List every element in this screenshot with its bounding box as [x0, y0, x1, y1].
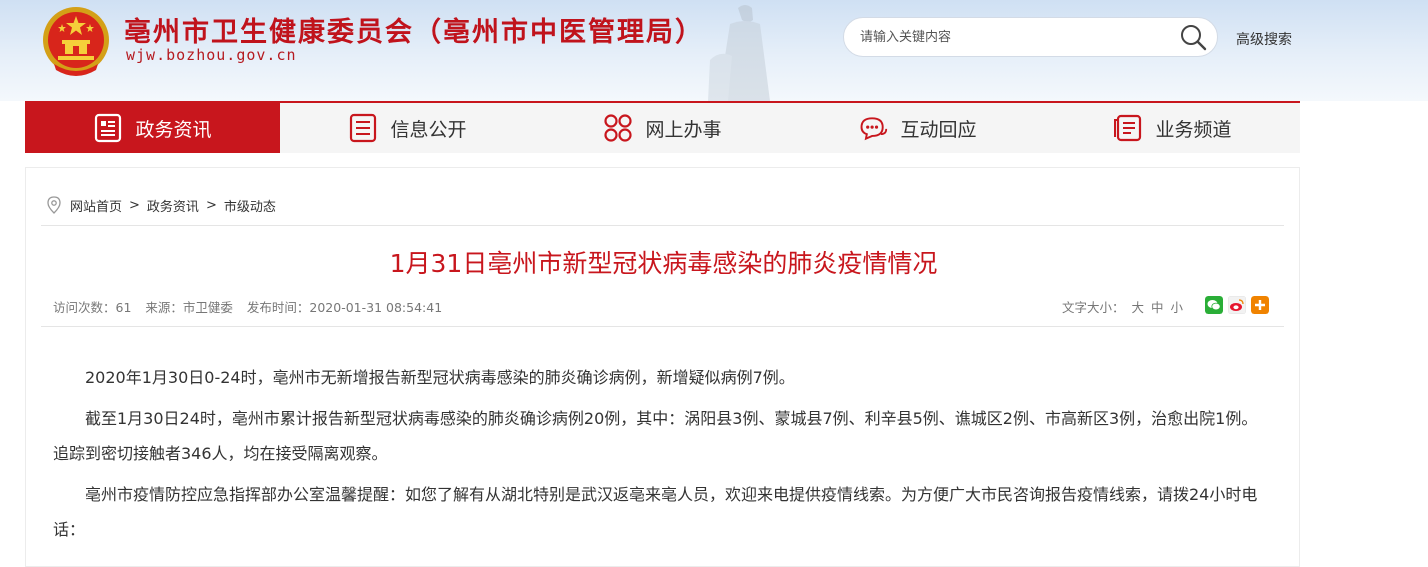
font-size-control: 文字大小： 大 中 小: [1062, 297, 1183, 316]
article-body: 2020年1月30日0-24时，亳州市无新增报告新型冠状病毒感染的肺炎确诊病例，…: [53, 360, 1273, 553]
document-icon: [1114, 114, 1142, 142]
search-input[interactable]: [860, 26, 1160, 48]
breadcrumb-separator: >: [129, 197, 140, 213]
breadcrumb-news[interactable]: 政务资讯: [147, 196, 199, 215]
nav-label: 信息公开: [390, 118, 467, 141]
nav-label: 业务频道: [1155, 118, 1232, 141]
breadcrumb-separator: >: [205, 197, 217, 213]
list-icon: [350, 113, 377, 143]
statue-decoration-icon: [708, 5, 770, 101]
article-container: 网站首页 > 政务资讯 > 市级动态 1月31日亳州市新型冠状病毒感染的肺炎疫情…: [25, 167, 1300, 567]
search-icon[interactable]: [1179, 23, 1207, 51]
share-bar: [1205, 296, 1269, 314]
nav-item-interaction[interactable]: 互动回应: [790, 103, 1045, 153]
font-size-label: 文字大小：: [1061, 300, 1125, 315]
font-size-large-button[interactable]: 大: [1131, 300, 1144, 315]
visit-count: 访问次数：61: [53, 300, 132, 315]
location-icon: [47, 196, 61, 214]
national-emblem-icon[interactable]: [40, 4, 112, 80]
apps-icon: [604, 114, 633, 142]
publish-time: 发布时间：2020-01-31 08:54:41: [246, 300, 443, 315]
divider: [41, 225, 1284, 226]
weibo-icon[interactable]: [1228, 296, 1246, 314]
news-icon: [95, 113, 122, 143]
chat-icon: [861, 117, 888, 141]
main-nav: 政务资讯 信息公开 网上办事 互动回应 业务频道: [25, 101, 1300, 153]
wechat-icon[interactable]: [1205, 296, 1223, 314]
site-header: 亳州市卫生健康委员会（亳州市中医管理局） wjw.bozhou.gov.cn 高…: [0, 0, 1428, 101]
divider: [41, 326, 1284, 327]
nav-item-business-channel[interactable]: 业务频道: [1045, 103, 1300, 153]
article-source: 来源：市卫健委: [145, 300, 233, 315]
nav-label: 互动回应: [900, 118, 977, 141]
breadcrumb-city-news[interactable]: 市级动态: [224, 196, 276, 215]
font-size-medium-button[interactable]: 中: [1151, 300, 1164, 315]
article-paragraph: 亳州市疫情防控应急指挥部办公室温馨提醒：如您了解有从湖北特别是武汉返亳来亳人员，…: [53, 485, 1258, 539]
advanced-search-link[interactable]: 高级搜索: [1236, 29, 1292, 49]
article-meta: 访问次数：61 来源：市卫健委 发布时间：2020-01-31 08:54:41: [53, 297, 452, 316]
font-size-small-button[interactable]: 小: [1170, 300, 1183, 315]
nav-item-info-disclosure[interactable]: 信息公开: [280, 103, 535, 153]
nav-item-online-services[interactable]: 网上办事: [535, 103, 790, 153]
site-title: 亳州市卫生健康委员会（亳州市中医管理局）: [124, 17, 704, 48]
search-box: [843, 17, 1218, 57]
article-paragraph: 2020年1月30日0-24时，亳州市无新增报告新型冠状病毒感染的肺炎确诊病例，…: [85, 368, 795, 387]
nav-label: 政务资讯: [135, 118, 212, 141]
breadcrumb: 网站首页 > 政务资讯 > 市级动态: [46, 194, 276, 216]
article-title: 1月31日亳州市新型冠状病毒感染的肺炎疫情情况: [389, 249, 938, 278]
nav-item-news[interactable]: 政务资讯: [25, 103, 280, 153]
nav-label: 网上办事: [645, 118, 722, 141]
article-paragraph: 截至1月30日24时，亳州市累计报告新型冠状病毒感染的肺炎确诊病例20例，其中：…: [53, 409, 1258, 463]
more-share-icon[interactable]: [1251, 296, 1269, 314]
breadcrumb-home[interactable]: 网站首页: [70, 196, 122, 215]
site-domain: wjw.bozhou.gov.cn: [126, 46, 297, 64]
